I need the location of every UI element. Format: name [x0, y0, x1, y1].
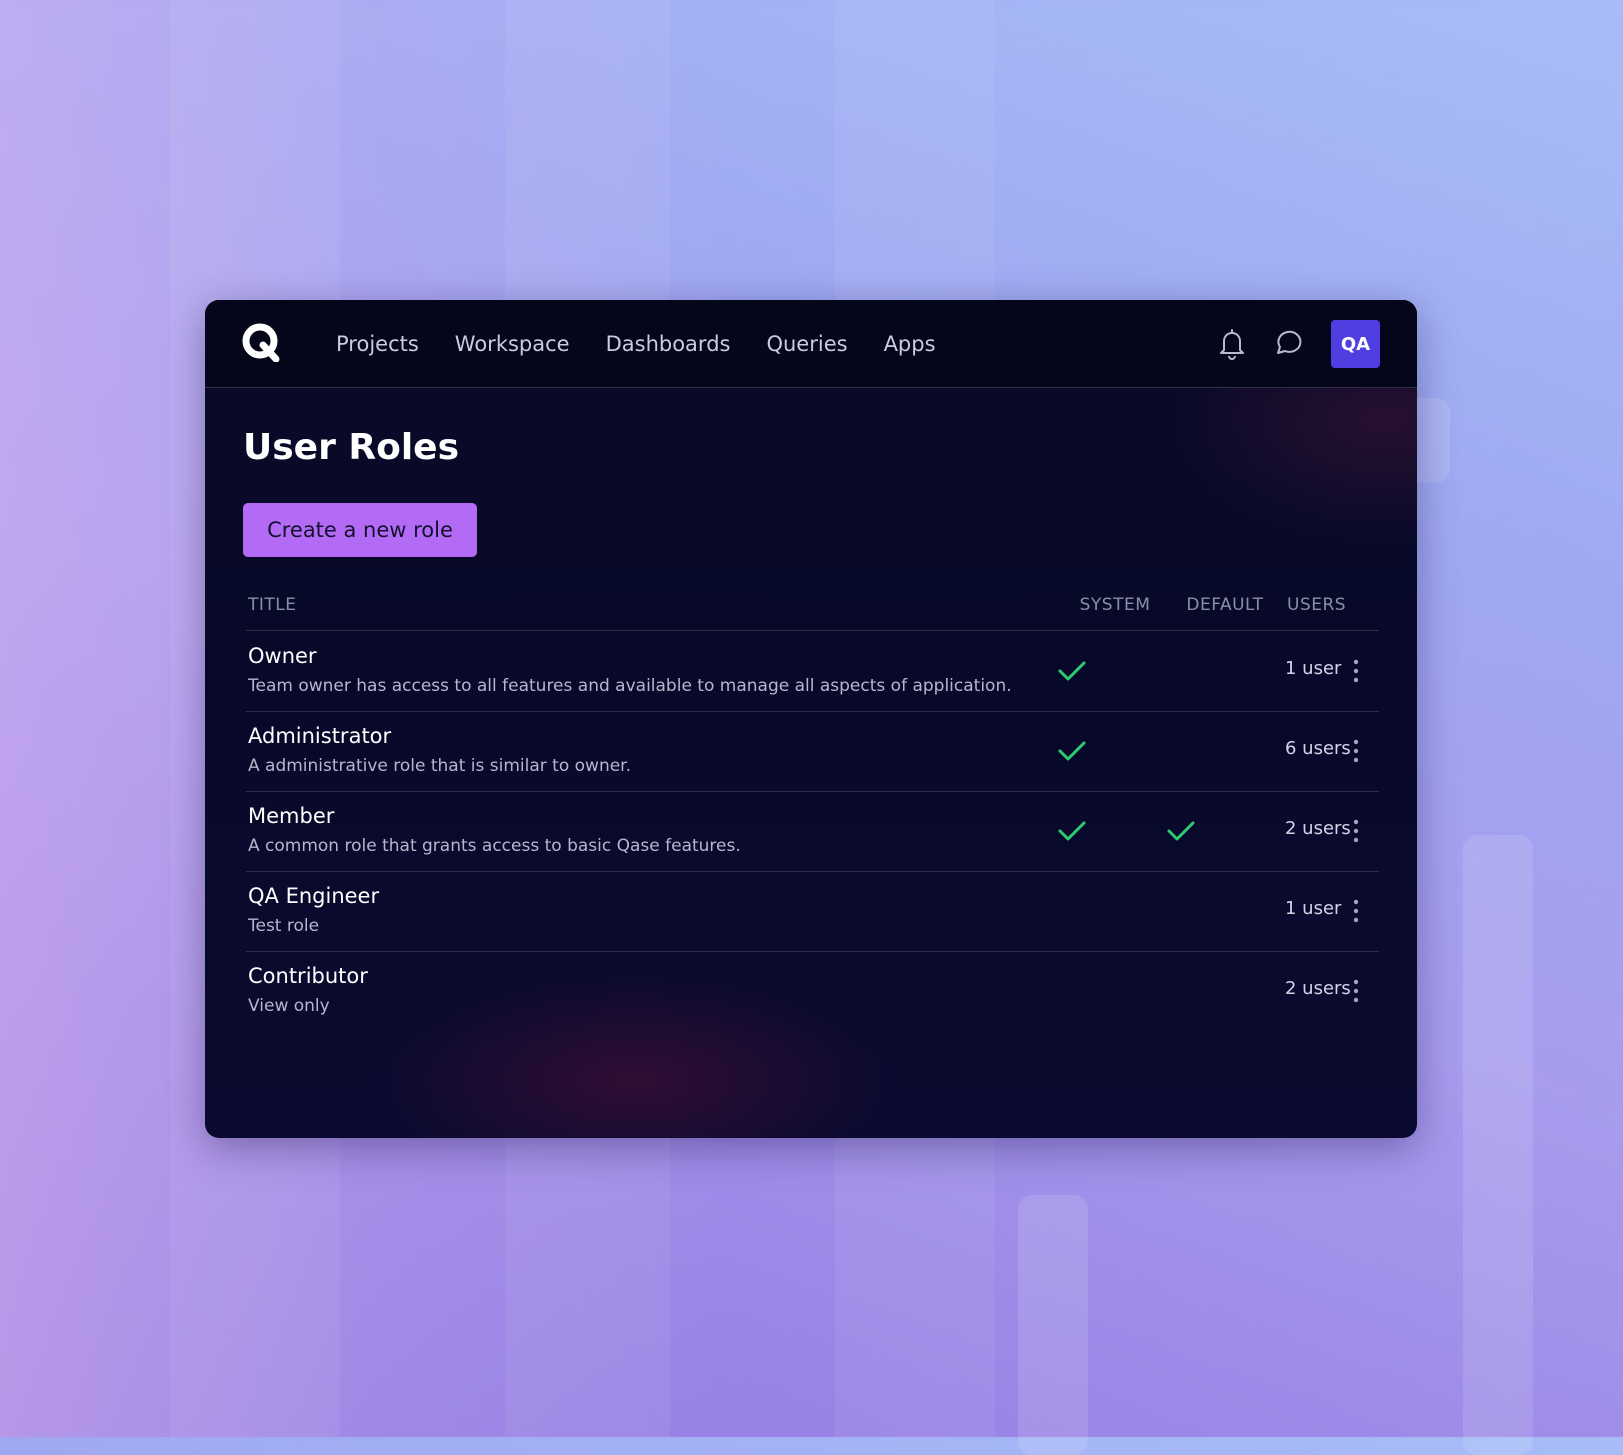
nav-dashboards[interactable]: Dashboards	[606, 332, 731, 356]
role-description: A administrative role that is similar to…	[248, 756, 632, 776]
table-row[interactable]: Administrator A administrative role that…	[246, 711, 1379, 792]
user-avatar[interactable]: QA	[1331, 320, 1380, 368]
nav-apps[interactable]: Apps	[884, 332, 936, 356]
role-name[interactable]: Member	[248, 804, 334, 828]
table-header: TITLE SYSTEM DEFAULT USERS	[246, 583, 1379, 631]
table-row[interactable]: Member A common role that grants access …	[246, 791, 1379, 872]
create-role-button[interactable]: Create a new role	[243, 503, 477, 557]
more-options-icon[interactable]	[1344, 813, 1368, 849]
role-name[interactable]: QA Engineer	[248, 884, 379, 908]
column-header-default: DEFAULT	[1186, 595, 1264, 615]
table-row[interactable]: Contributor View only 2 users	[246, 951, 1379, 1031]
role-description: Team owner has access to all features an…	[248, 676, 1012, 696]
role-description: A common role that grants access to basi…	[248, 836, 741, 856]
nav-queries[interactable]: Queries	[766, 332, 847, 356]
bell-icon[interactable]	[1215, 326, 1249, 360]
table-row[interactable]: QA Engineer Test role 1 user	[246, 871, 1379, 952]
more-options-icon[interactable]	[1344, 973, 1368, 1009]
background-pill	[1018, 1195, 1088, 1455]
more-options-icon[interactable]	[1344, 653, 1368, 689]
more-options-icon[interactable]	[1344, 733, 1368, 769]
qase-logo-icon[interactable]	[241, 322, 281, 362]
table-row[interactable]: Owner Team owner has access to all featu…	[246, 631, 1379, 712]
role-name[interactable]: Contributor	[248, 964, 368, 988]
role-description: Test role	[248, 916, 320, 936]
users-count[interactable]: 2 users	[1285, 818, 1351, 839]
users-count[interactable]: 1 user	[1285, 898, 1341, 919]
users-count[interactable]: 2 users	[1285, 978, 1351, 999]
more-options-icon[interactable]	[1344, 893, 1368, 929]
default-check-icon	[1167, 821, 1195, 841]
top-navigation-bar: Projects Workspace Dashboards Queries Ap…	[205, 300, 1417, 388]
column-header-system: SYSTEM	[1079, 595, 1151, 615]
page-title: User Roles	[243, 427, 459, 468]
role-name[interactable]: Owner	[248, 644, 317, 668]
nav-workspace[interactable]: Workspace	[455, 332, 570, 356]
role-description: View only	[248, 996, 330, 1016]
system-check-icon	[1058, 661, 1086, 681]
system-check-icon	[1058, 741, 1086, 761]
chat-icon[interactable]	[1272, 326, 1306, 360]
app-window: Projects Workspace Dashboards Queries Ap…	[205, 300, 1417, 1138]
system-check-icon	[1058, 821, 1086, 841]
column-header-users: USERS	[1287, 595, 1347, 615]
role-name[interactable]: Administrator	[248, 724, 391, 748]
users-count[interactable]: 6 users	[1285, 738, 1351, 759]
users-count[interactable]: 1 user	[1285, 658, 1341, 679]
main-nav: Projects Workspace Dashboards Queries Ap…	[336, 300, 936, 387]
background-pill	[1463, 835, 1533, 1455]
nav-projects[interactable]: Projects	[336, 332, 419, 356]
column-header-title: TITLE	[248, 595, 297, 615]
